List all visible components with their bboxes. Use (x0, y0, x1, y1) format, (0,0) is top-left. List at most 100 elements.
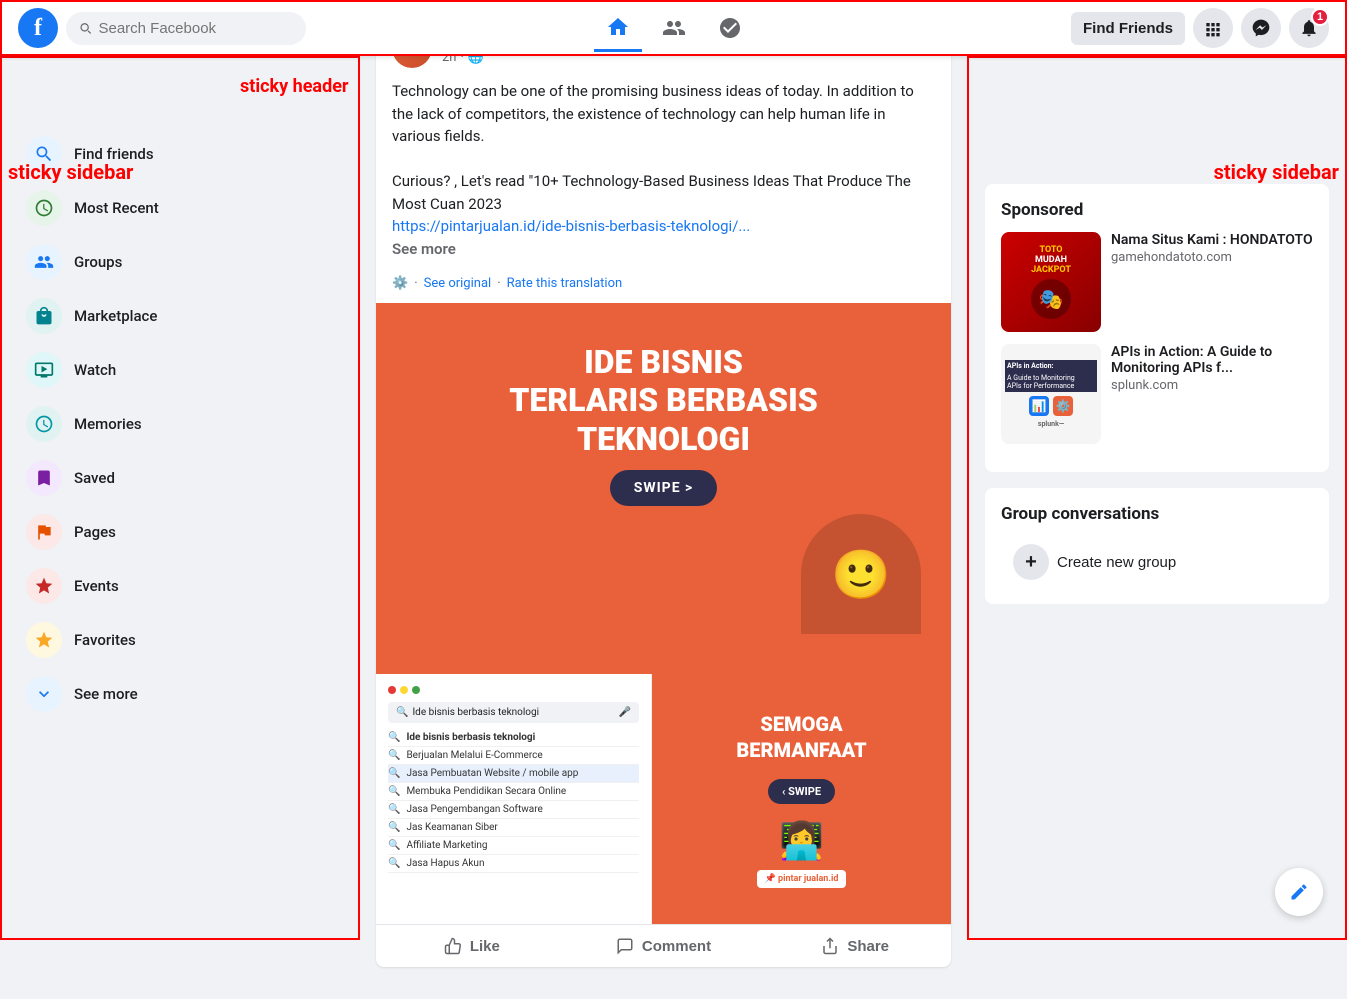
like-button[interactable]: Like (380, 929, 564, 963)
search-input[interactable] (98, 20, 294, 37)
events-icon (26, 568, 62, 604)
see-more-link[interactable]: See more (392, 240, 456, 258)
header-right: Find Friends 1 (1009, 8, 1329, 48)
post-footer: Like Comment Share (376, 924, 951, 967)
search-item-7: 🔍Jasa Hapus Akun (388, 855, 639, 873)
splunk-title-bar: APIs in Action: (1005, 360, 1097, 372)
post-image-heading: IDE BISNISTERLARIS BERBASISTEKNOLOGI (406, 343, 921, 458)
right-panel-emoji: 👩‍💻 (779, 820, 824, 862)
most-recent-icon (26, 190, 62, 226)
compose-fab-button[interactable] (1275, 868, 1323, 916)
search-sim-text: Ide bisnis berbasis teknologi (412, 707, 539, 718)
comment-button[interactable]: Comment (572, 929, 756, 963)
create-group-button[interactable]: + Create new group (1001, 536, 1313, 588)
search-item-2: 🔍Jasa Pembuatan Website / mobile app (388, 765, 639, 783)
dot-separator: · (497, 276, 500, 291)
nav-groups-button[interactable] (706, 4, 754, 52)
groups-icon (26, 244, 62, 280)
post-image-orange: IDE BISNISTERLARIS BERBASISTEKNOLOGI SWI… (376, 303, 951, 674)
post-link[interactable]: https://pintarjualan.id/ide-bisnis-berba… (392, 217, 750, 235)
ad-text-hondatoto: Nama Situs Kami : HONDATOTO gamehondatot… (1111, 232, 1313, 332)
hondatoto-img: TOTO MUDAH JACKPOT 🎭 (1001, 232, 1101, 332)
sidebar-item-favorites-label: Favorites (74, 631, 136, 649)
right-panel-figure: 👩‍💻 (779, 820, 824, 862)
toto-label: TOTO (1039, 245, 1062, 255)
sidebar-item-memories[interactable]: Memories (10, 398, 350, 450)
sidebar-item-see-more-label: See more (74, 685, 138, 703)
sidebar-item-marketplace[interactable]: Marketplace (10, 290, 350, 342)
messenger-button[interactable] (1241, 8, 1281, 48)
search-item-0: 🔍Ide bisnis berbasis teknologi (388, 729, 639, 747)
ad-item-splunk[interactable]: APIs in Action: A Guide to MonitoringAPI… (1001, 344, 1313, 444)
left-sidebar: Find friends Most Recent Groups Marketpl… (0, 56, 360, 940)
post-image-area: IDE BISNISTERLARIS BERBASISTEKNOLOGI SWI… (376, 303, 951, 924)
comment-label: Comment (642, 938, 711, 955)
grid-menu-button[interactable] (1193, 8, 1233, 48)
sidebar-item-events[interactable]: Events (10, 560, 350, 612)
see-original-link[interactable]: See original (424, 276, 492, 291)
nav-friends-button[interactable] (650, 4, 698, 52)
post-image-right-panel: SEMOGABERMANFAAT ‹ SWIPE 👩‍💻 📌 pintar ju… (652, 674, 951, 924)
cartoon-emoji: 🙂 (831, 546, 891, 603)
post-image-bottom-row: 🔍 Ide bisnis berbasis teknologi 🎤 🔍Ide b… (376, 674, 951, 924)
splunk-subtitle: A Guide to MonitoringAPIs for Performanc… (1005, 372, 1097, 392)
nav-home-button[interactable] (594, 4, 642, 52)
hondatoto-avatar: 🎭 (1031, 279, 1071, 319)
sidebar-item-marketplace-label: Marketplace (74, 307, 157, 325)
ad-domain-splunk: splunk.com (1111, 378, 1313, 393)
header-left: f (18, 8, 338, 48)
window-dots (388, 686, 639, 694)
group-conversations-section: Group conversations + Create new group (985, 488, 1329, 604)
jackpot-label: JACKPOT (1031, 265, 1071, 275)
brand-text: 📌 pintar jualan.id (765, 874, 839, 884)
search-item-3: 🔍Membuka Pendidikan Secara Online (388, 783, 639, 801)
sidebar-item-saved-label: Saved (74, 469, 115, 487)
ad-image-splunk: APIs in Action: A Guide to MonitoringAPI… (1001, 344, 1101, 444)
sidebar-item-most-recent[interactable]: Most Recent (10, 182, 350, 234)
dot-red (388, 686, 396, 694)
post-search-sim: 🔍 Ide bisnis berbasis teknologi 🎤 🔍Ide b… (376, 674, 652, 924)
splunk-icon2: ⚙️ (1053, 396, 1073, 416)
marketplace-icon (26, 298, 62, 334)
ad-name-hondatoto: Nama Situs Kami : HONDATOTO (1111, 232, 1313, 248)
sidebar-item-see-more[interactable]: See more (10, 668, 350, 720)
search-sim-box: 🔍 Ide bisnis berbasis teknologi 🎤 (388, 702, 639, 723)
swipe-2: ‹ SWIPE (768, 779, 835, 804)
ad-domain-hondatoto: gamehondatoto.com (1111, 250, 1313, 265)
watch-icon (26, 352, 62, 388)
ad-item-hondatoto[interactable]: TOTO MUDAH JACKPOT 🎭 Nama Situs Kami : H… (1001, 232, 1313, 332)
pages-icon (26, 514, 62, 550)
sidebar-item-watch[interactable]: Watch (10, 344, 350, 396)
plus-icon: + (1013, 544, 1049, 580)
facebook-logo: f (18, 8, 58, 48)
sponsored-title: Sponsored (1001, 200, 1313, 220)
notifications-button[interactable]: 1 (1289, 8, 1329, 48)
sticky-header-label: sticky header (240, 76, 349, 97)
find-friends-button[interactable]: Find Friends (1071, 12, 1185, 45)
group-conversations-title: Group conversations (1001, 504, 1313, 524)
swipe-label: SWIPE > (610, 470, 718, 506)
hondatoto-emoji: 🎭 (1039, 287, 1064, 311)
search-bar[interactable] (66, 12, 306, 45)
post-card: PJ Pintar Jualan Online 2h · 🌐 ··· ✕ Tec (376, 16, 951, 967)
share-button[interactable]: Share (763, 929, 947, 963)
sidebar-item-watch-label: Watch (74, 361, 116, 379)
main-feed: PJ Pintar Jualan Online 2h · 🌐 ··· ✕ Tec (360, 0, 967, 999)
search-item-6: 🔍Affiliate Marketing (388, 837, 639, 855)
sidebar-item-groups[interactable]: Groups (10, 236, 350, 288)
splunk-icons: 📊 ⚙️ (1029, 396, 1073, 416)
create-group-label: Create new group (1057, 554, 1176, 571)
brand-badge: 📌 pintar jualan.id (757, 870, 847, 888)
rate-translation-link[interactable]: Rate this translation (507, 276, 623, 291)
search-item-5: 🔍Jas Keamanan Siber (388, 819, 639, 837)
right-sidebar-label: sticky sidebar (1214, 160, 1347, 184)
sidebar-item-favorites[interactable]: Favorites (10, 614, 350, 666)
sidebar-item-pages-label: Pages (74, 523, 116, 541)
splunk-icon1: 📊 (1029, 396, 1049, 416)
post-text-p1: Technology can be one of the promising b… (392, 80, 935, 148)
post-image-figure: 🙂 (406, 514, 921, 634)
sidebar-item-saved[interactable]: Saved (10, 452, 350, 504)
sponsored-section: Sponsored TOTO MUDAH JACKPOT 🎭 Nama Situ… (985, 184, 1329, 472)
sidebar-item-pages[interactable]: Pages (10, 506, 350, 558)
splunk-img: APIs in Action: A Guide to MonitoringAPI… (1001, 344, 1101, 444)
